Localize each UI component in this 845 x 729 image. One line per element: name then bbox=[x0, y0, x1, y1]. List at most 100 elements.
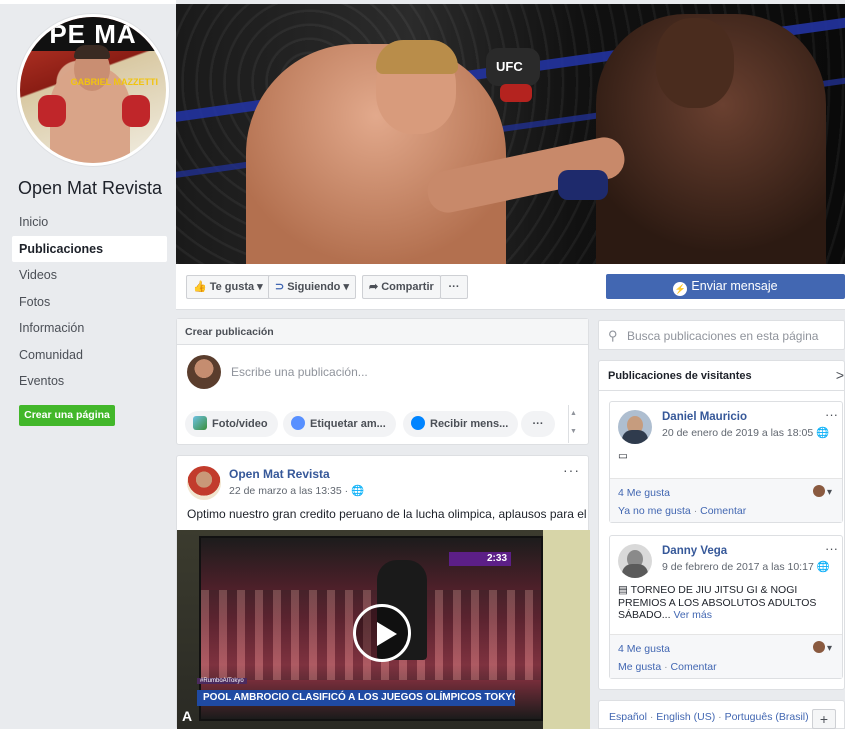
receive-messages-label: Recibir mens... bbox=[430, 418, 509, 430]
profile-glove-right bbox=[122, 95, 150, 127]
globe-icon: 🌐 bbox=[351, 485, 365, 497]
chevron-right-icon[interactable]: > bbox=[836, 367, 844, 383]
visitor-post: Danny Vega 9 de febrero de 2017 a las 10… bbox=[609, 535, 843, 679]
create-page-button[interactable]: Crear una página bbox=[19, 405, 115, 426]
more-actions-button[interactable]: ··· bbox=[440, 275, 468, 299]
composer-input[interactable]: Escribe una publicación... bbox=[231, 365, 368, 379]
reaction-selector[interactable]: ▾ bbox=[812, 485, 832, 498]
action-separator: · bbox=[661, 661, 671, 673]
composer-scroll-control[interactable]: ▲ ▼ bbox=[568, 405, 578, 443]
messenger-icon: ⚡ bbox=[673, 282, 688, 296]
page-search-input[interactable]: ⚲ Busca publicaciones en esta página bbox=[598, 320, 845, 350]
visitor-post-date[interactable]: 20 de enero de 2019 a las 18:05 🌐 bbox=[662, 426, 829, 439]
comment-link[interactable]: Comentar bbox=[700, 505, 746, 517]
visitor-post-author[interactable]: Daniel Mauricio bbox=[662, 411, 747, 423]
visitor-post-date-text: 9 de febrero de 2017 a las 10:17 bbox=[662, 561, 814, 573]
add-language-button[interactable]: + bbox=[812, 709, 836, 729]
post-date[interactable]: 22 de marzo a las 13:35 · 🌐 bbox=[229, 484, 364, 497]
visitor-post-author[interactable]: Danny Vega bbox=[662, 545, 727, 557]
post-options-icon[interactable]: ··· bbox=[563, 462, 580, 478]
sidebar-item-inicio[interactable]: Inicio bbox=[12, 209, 167, 236]
globe-icon: 🌐 bbox=[816, 561, 830, 573]
post-author[interactable]: Open Mat Revista bbox=[229, 467, 330, 481]
post-composer: Crear publicación Escribe una publicació… bbox=[176, 318, 589, 445]
calendar-icon: ▤ bbox=[618, 584, 631, 596]
cover-glove: UFC bbox=[486, 48, 540, 86]
sidebar-nav: Inicio Publicaciones Videos Fotos Inform… bbox=[12, 209, 167, 395]
reactor-avatar-icon bbox=[812, 641, 825, 653]
visitor-post-options-icon[interactable]: ··· bbox=[825, 541, 838, 556]
post-avatar[interactable] bbox=[187, 466, 221, 500]
search-placeholder: Busca publicaciones en esta página bbox=[627, 329, 819, 343]
profile-glove-left bbox=[38, 95, 66, 127]
globe-icon: 🌐 bbox=[816, 427, 830, 439]
sidebar-item-comunidad[interactable]: Comunidad bbox=[12, 342, 167, 369]
see-more-link[interactable]: Ver más bbox=[673, 609, 712, 621]
video-score: 2:33 bbox=[449, 552, 511, 566]
language-link-es[interactable]: Español bbox=[609, 711, 647, 723]
language-link-pt[interactable]: Português (Brasil) bbox=[725, 711, 809, 723]
like-link[interactable]: Me gusta bbox=[618, 661, 661, 673]
reaction-selector[interactable]: ▾ bbox=[812, 641, 832, 654]
sidebar-item-eventos[interactable]: Eventos bbox=[12, 368, 167, 395]
share-button[interactable]: ➦ Compartir bbox=[362, 275, 441, 299]
thumbs-up-icon: 👍 bbox=[193, 281, 207, 293]
post-date-text: 22 de marzo a las 13:35 · bbox=[229, 485, 351, 497]
page-title[interactable]: Open Mat Revista bbox=[18, 178, 162, 199]
share-arrow-icon: ➦ bbox=[369, 281, 379, 293]
cover-glove-text: UFC bbox=[496, 59, 523, 74]
unlike-link[interactable]: Ya no me gusta bbox=[618, 505, 691, 517]
visitor-post-options-icon[interactable]: ··· bbox=[825, 407, 838, 422]
sidebar-item-videos[interactable]: Videos bbox=[12, 262, 167, 289]
cover-photo[interactable]: UFC bbox=[176, 4, 845, 264]
language-link-en[interactable]: English (US) bbox=[656, 711, 715, 723]
visitor-post-likes[interactable]: 4 Me gusta bbox=[618, 643, 670, 655]
visitor-post-actions: Ya no me gusta · Comentar bbox=[618, 505, 746, 517]
photo-video-button[interactable]: Foto/video bbox=[185, 411, 278, 437]
comment-link[interactable]: Comentar bbox=[671, 661, 717, 673]
visitor-posts-header[interactable]: Publicaciones de visitantes bbox=[599, 361, 844, 391]
like-page-button[interactable]: 👍 Te gusta ▾ bbox=[186, 275, 270, 299]
share-label: Compartir bbox=[381, 281, 434, 293]
visitor-avatar[interactable] bbox=[618, 410, 652, 444]
visitor-post-body: ▤ TORNEO DE JIU JITSU GI & NOGI PREMIOS … bbox=[618, 584, 838, 622]
sidebar-item-publicaciones[interactable]: Publicaciones bbox=[12, 235, 167, 262]
visitor-avatar[interactable] bbox=[618, 544, 652, 578]
photo-icon bbox=[193, 416, 207, 430]
video-hashtag: #RumboAlTokyo bbox=[197, 678, 247, 684]
media-icon: ▭ bbox=[618, 450, 628, 462]
receive-messages-button[interactable]: Recibir mens... bbox=[403, 411, 519, 437]
visitor-post: Daniel Mauricio 20 de enero de 2019 a la… bbox=[609, 401, 843, 523]
video-wall bbox=[543, 530, 590, 729]
video-ticker: POOL AMBROCIO CLASIFICÓ A LOS JUEGOS OLÍ… bbox=[197, 690, 515, 706]
page-action-bar: 👍 Te gusta ▾ ⊃ Siguiendo ▾ ➦ Compartir ··· … bbox=[176, 264, 845, 310]
visitor-post-text: TORNEO DE JIU JITSU GI & NOGI PREMIOS A … bbox=[618, 584, 817, 621]
sidebar-item-informacion[interactable]: Información bbox=[12, 315, 167, 342]
language-separator: · bbox=[715, 711, 725, 723]
language-separator: · bbox=[646, 711, 657, 723]
video-corner-logo: A bbox=[181, 708, 193, 724]
reactor-avatar-icon bbox=[812, 485, 825, 497]
composer-more-button[interactable]: ··· bbox=[521, 411, 555, 437]
play-icon[interactable] bbox=[353, 604, 411, 662]
post-video[interactable]: 2:33 #RumboAlTokyo POOL AMBROCIO CLASIFI… bbox=[177, 530, 590, 729]
following-label: Siguiendo ▾ bbox=[287, 281, 349, 293]
composer-header: Crear publicación bbox=[177, 319, 588, 345]
visitor-avatar-body bbox=[622, 430, 648, 444]
cover-red-glove bbox=[500, 84, 532, 102]
following-button[interactable]: ⊃ Siguiendo ▾ bbox=[268, 275, 356, 299]
visitor-post-likes[interactable]: 4 Me gusta bbox=[618, 487, 670, 499]
post-text: Optimo nuestro gran credito peruano de l… bbox=[187, 507, 587, 521]
visitor-avatar-body bbox=[622, 564, 648, 578]
search-icon: ⚲ bbox=[608, 328, 618, 343]
send-message-button[interactable]: ⚡ Enviar mensaje bbox=[606, 274, 845, 299]
visitor-post-date[interactable]: 9 de febrero de 2017 a las 10:17 🌐 bbox=[662, 560, 830, 573]
profile-cover-name: GABRIEL MAZZETTI bbox=[70, 77, 158, 87]
sidebar-item-fotos[interactable]: Fotos bbox=[12, 289, 167, 316]
action-separator: · bbox=[690, 505, 701, 517]
tag-friends-button[interactable]: Etiquetar am... bbox=[283, 411, 396, 437]
language-selector: Español · English (US) · Português (Bras… bbox=[598, 700, 845, 729]
visitor-post-actions: Me gusta · Comentar bbox=[618, 661, 717, 673]
profile-picture[interactable]: PE MA GABRIEL MAZZETTI bbox=[17, 14, 169, 166]
visitor-post-date-text: 20 de enero de 2019 a las 18:05 bbox=[662, 427, 814, 439]
